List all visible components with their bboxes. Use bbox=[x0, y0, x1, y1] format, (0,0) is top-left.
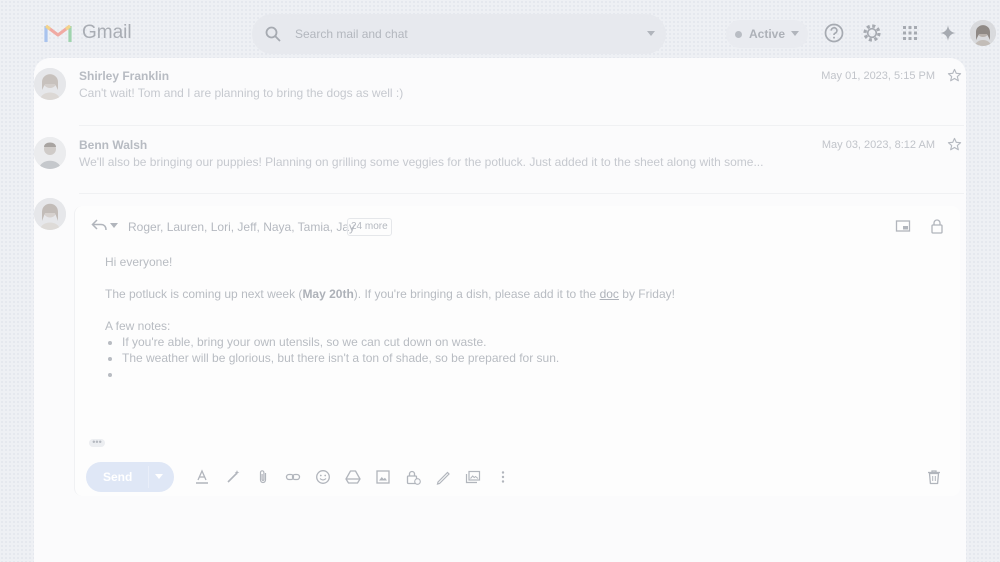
gmail-wordmark[interactable]: Gmail bbox=[82, 22, 132, 44]
message-row[interactable]: Shirley Franklin Can't wait! Tom and I a… bbox=[34, 58, 966, 120]
compose-avatar bbox=[34, 198, 66, 230]
search-icon[interactable] bbox=[264, 25, 282, 43]
text-format-icon[interactable] bbox=[194, 469, 210, 485]
user-photo-icon bbox=[34, 137, 66, 169]
chevron-down-icon[interactable] bbox=[155, 474, 163, 480]
reply-icon[interactable] bbox=[91, 219, 107, 231]
link-icon[interactable] bbox=[285, 469, 301, 485]
user-photo-icon bbox=[970, 20, 996, 46]
discard-draft-icon[interactable] bbox=[926, 469, 942, 485]
magic-pen-icon[interactable] bbox=[225, 469, 241, 485]
search-input[interactable]: Search mail and chat bbox=[295, 27, 408, 41]
sender-avatar[interactable] bbox=[34, 137, 66, 169]
compose-toolbar: Send bbox=[86, 462, 966, 496]
message-divider bbox=[79, 193, 964, 194]
search-options-icon[interactable] bbox=[646, 30, 656, 38]
user-photo-icon bbox=[34, 198, 66, 230]
more-vertical-icon[interactable] bbox=[495, 469, 511, 485]
sender-name: Benn Walsh bbox=[79, 138, 148, 152]
message-divider bbox=[79, 125, 964, 126]
gemini-sparkle-icon[interactable] bbox=[936, 21, 960, 45]
doc-link[interactable]: doc bbox=[600, 287, 619, 301]
list-item bbox=[122, 366, 675, 382]
message-row[interactable]: Benn Walsh We'll also be bringing our pu… bbox=[34, 127, 966, 189]
greeting-line: Hi everyone! bbox=[105, 255, 173, 269]
star-icon[interactable] bbox=[947, 68, 962, 83]
drive-icon[interactable] bbox=[345, 469, 361, 485]
signature-icon[interactable] bbox=[435, 469, 451, 485]
bold-date: May 20th bbox=[302, 287, 354, 301]
top-bar: Gmail Search mail and chat Active bbox=[0, 0, 1000, 64]
notes-heading: A few notes: bbox=[105, 319, 171, 333]
message-date: May 01, 2023, 5:15 PM bbox=[821, 70, 935, 82]
message-snippet: Can't wait! Tom and I are planning to br… bbox=[79, 86, 404, 100]
attachment-icon[interactable] bbox=[255, 469, 271, 485]
message-date: May 03, 2023, 8:12 AM bbox=[821, 139, 935, 151]
pop-out-icon[interactable] bbox=[895, 218, 911, 234]
photo-icon[interactable] bbox=[375, 469, 391, 485]
chevron-down-icon bbox=[791, 31, 799, 36]
conversation-panel: Shirley Franklin Can't wait! Tom and I a… bbox=[34, 58, 966, 562]
search-bar[interactable]: Search mail and chat bbox=[252, 14, 666, 54]
lock-icon[interactable] bbox=[929, 218, 945, 234]
message-snippet: We'll also be bringing our puppies! Plan… bbox=[79, 155, 764, 169]
apps-grid-icon[interactable] bbox=[898, 21, 922, 45]
chevron-down-icon[interactable] bbox=[110, 223, 118, 229]
sender-name: Shirley Franklin bbox=[79, 69, 170, 83]
status-label: Active bbox=[749, 27, 786, 41]
list-item: If you're able, bring your own utensils,… bbox=[122, 334, 675, 350]
send-label: Send bbox=[103, 470, 133, 484]
status-dot bbox=[735, 31, 742, 38]
body-paragraph: The potluck is coming up next week (May … bbox=[105, 287, 675, 301]
status-selector[interactable]: Active bbox=[726, 20, 808, 48]
emoji-icon[interactable] bbox=[315, 469, 331, 485]
help-icon[interactable] bbox=[822, 21, 846, 45]
notes-list: If you're able, bring your own utensils,… bbox=[105, 334, 675, 382]
template-icon[interactable] bbox=[465, 469, 481, 485]
send-button[interactable]: Send bbox=[86, 462, 174, 492]
message-body[interactable]: Hi everyone! The potluck is coming up ne… bbox=[105, 254, 675, 382]
gmail-logo-icon[interactable] bbox=[44, 22, 72, 44]
recipients-field[interactable]: Roger, Lauren, Lori, Jeff, Naya, Tamia, … bbox=[128, 220, 355, 234]
sender-avatar[interactable] bbox=[34, 68, 66, 100]
user-photo-icon bbox=[34, 68, 66, 100]
confidential-lock-icon[interactable] bbox=[405, 469, 421, 485]
account-avatar[interactable] bbox=[970, 20, 996, 46]
more-recipients-chip[interactable]: 24 more bbox=[347, 218, 392, 236]
show-trimmed-content-button[interactable]: ••• bbox=[89, 438, 105, 447]
star-icon[interactable] bbox=[947, 137, 962, 152]
reply-compose: Roger, Lauren, Lori, Jeff, Naya, Tamia, … bbox=[74, 206, 960, 496]
settings-icon[interactable] bbox=[860, 21, 884, 45]
list-item: The weather will be glorious, but there … bbox=[122, 350, 675, 366]
